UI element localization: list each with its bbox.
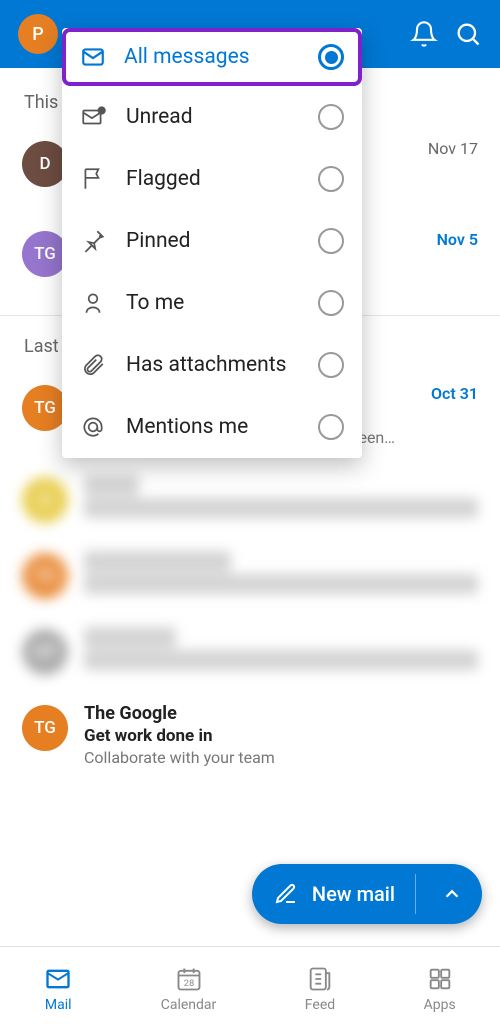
pin-icon bbox=[80, 228, 106, 254]
filter-label: Mentions me bbox=[126, 415, 298, 439]
apps-icon bbox=[426, 965, 454, 993]
filter-menu: All messages Unread Flagged Pinned To me bbox=[62, 28, 362, 458]
email-sender: xxxxxx bbox=[84, 475, 139, 496]
email-date: Oct 31 bbox=[431, 384, 478, 403]
fab-expand-button[interactable] bbox=[430, 883, 474, 905]
compose-icon bbox=[274, 882, 298, 906]
radio-icon bbox=[318, 290, 344, 316]
filter-option-mentions[interactable]: Mentions me bbox=[62, 396, 362, 458]
radio-icon bbox=[318, 414, 344, 440]
nav-label: Mail bbox=[45, 997, 72, 1013]
attachment-icon bbox=[80, 352, 106, 378]
email-subject: Get work done in bbox=[84, 726, 478, 746]
filter-option-pinned[interactable]: Pinned bbox=[62, 210, 362, 272]
chevron-up-icon bbox=[441, 883, 463, 905]
email-date: Nov 5 bbox=[437, 230, 478, 249]
calendar-icon: 28 bbox=[175, 965, 203, 993]
email-sender: xxxxxxxxxxxxxxxx bbox=[84, 551, 231, 572]
filter-option-attachments[interactable]: Has attachments bbox=[62, 334, 362, 396]
nav-calendar[interactable]: 28 Calendar bbox=[161, 965, 217, 1013]
filter-option-to-me[interactable]: To me bbox=[62, 272, 362, 334]
filter-label: Pinned bbox=[126, 229, 298, 253]
person-icon bbox=[80, 290, 106, 316]
email-sender: xxxxxxxxxx bbox=[84, 627, 176, 648]
sender-avatar: GP bbox=[22, 629, 68, 675]
email-item[interactable]: GP xxxxxxxxxx xxxxxxxxxxxxxxxxxxxxxxx bbox=[0, 613, 500, 689]
fab-divider bbox=[415, 874, 416, 914]
flag-icon bbox=[80, 166, 106, 192]
svg-text:28: 28 bbox=[183, 978, 194, 989]
mail-icon bbox=[80, 44, 106, 70]
sender-avatar: G bbox=[22, 477, 68, 523]
email-subject: xxxxxxxxxxxxxxxxxxxxxxx bbox=[84, 498, 478, 518]
feed-icon bbox=[306, 965, 334, 993]
radio-icon bbox=[318, 352, 344, 378]
email-item[interactable]: TG xxxxxxxxxxxxxxxx xxxxxxxxxxxxxxxxxxxx… bbox=[0, 537, 500, 613]
unread-icon bbox=[80, 104, 106, 130]
new-mail-button[interactable]: New mail bbox=[252, 864, 482, 924]
radio-icon bbox=[318, 166, 344, 192]
profile-avatar[interactable]: P bbox=[18, 14, 58, 54]
filter-label: Has attachments bbox=[126, 353, 298, 377]
email-item[interactable]: TG The Google Get work done in Collabora… bbox=[0, 689, 500, 781]
sender-avatar: TG bbox=[22, 705, 68, 751]
nav-label: Calendar bbox=[161, 997, 217, 1013]
email-item[interactable]: G xxxxxx xxxxxxxxxxxxxxxxxxxxxxx bbox=[0, 461, 500, 537]
nav-feed[interactable]: Feed bbox=[305, 965, 335, 1013]
email-subject: xxxxxxxxxxxxxxxxxxxxxxx bbox=[84, 574, 478, 594]
filter-label: Unread bbox=[126, 105, 298, 129]
sender-avatar: TG bbox=[22, 553, 68, 599]
email-preview: Collaborate with your team bbox=[84, 748, 478, 767]
filter-label: Flagged bbox=[126, 167, 298, 191]
filter-label: To me bbox=[126, 291, 298, 315]
filter-option-all-messages[interactable]: All messages bbox=[62, 28, 362, 86]
nav-label: Apps bbox=[424, 997, 456, 1013]
email-date: Nov 17 bbox=[428, 139, 478, 158]
radio-icon bbox=[318, 104, 344, 130]
radio-icon bbox=[318, 228, 344, 254]
fab-label: New mail bbox=[312, 882, 395, 906]
filter-option-flagged[interactable]: Flagged bbox=[62, 148, 362, 210]
email-sender: The Google bbox=[84, 703, 177, 724]
email-subject: xxxxxxxxxxxxxxxxxxxxxxx bbox=[84, 650, 478, 670]
mention-icon bbox=[80, 414, 106, 440]
filter-label: All messages bbox=[124, 45, 300, 69]
nav-label: Feed bbox=[305, 997, 335, 1013]
nav-mail[interactable]: Mail bbox=[44, 965, 72, 1013]
bottom-nav: Mail 28 Calendar Feed Apps bbox=[0, 946, 500, 1024]
notifications-icon[interactable] bbox=[410, 20, 438, 48]
radio-selected-icon bbox=[318, 44, 344, 70]
mail-icon bbox=[44, 965, 72, 993]
nav-apps[interactable]: Apps bbox=[424, 965, 456, 1013]
filter-option-unread[interactable]: Unread bbox=[62, 86, 362, 148]
search-icon[interactable] bbox=[454, 20, 482, 48]
